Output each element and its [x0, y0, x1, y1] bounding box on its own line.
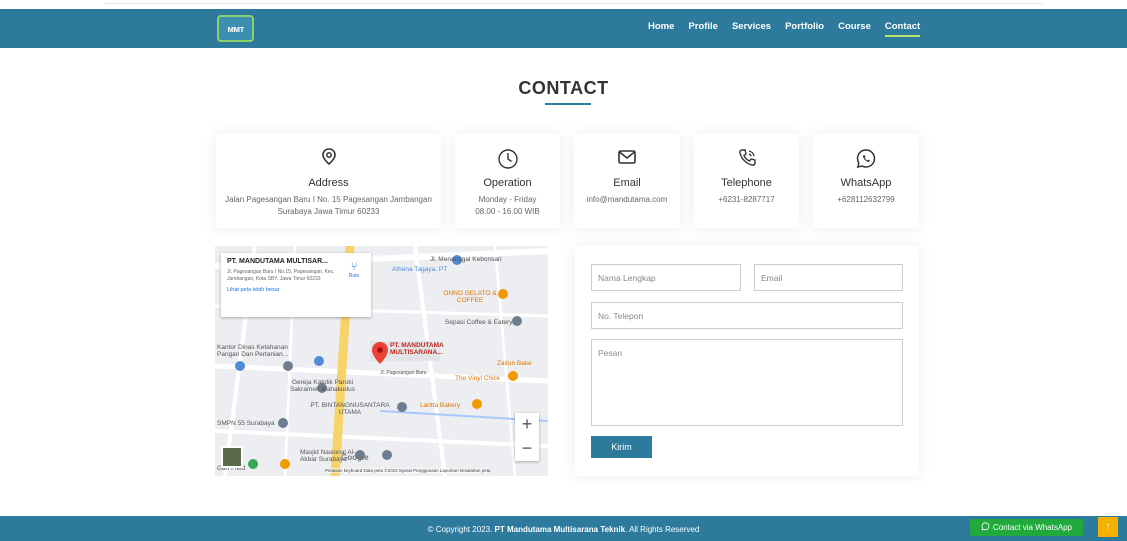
map-poi-label: SMPN 55 Surabaya [217, 420, 275, 427]
phone-icon [694, 148, 799, 172]
company-name: PT Mandutama Multisarana Teknik [494, 525, 626, 534]
telephone-number[interactable]: +6231-8287717 [694, 194, 799, 206]
directions-icon: ⑂ [350, 261, 358, 273]
top-divider [105, 3, 1043, 4]
nav-home[interactable]: Home [648, 21, 674, 32]
view-larger-map-link[interactable]: Lihat peta lebih besar [227, 287, 365, 293]
satellite-toggle[interactable] [221, 446, 243, 468]
map-poi-label: Kantor Dinas Ketahanan Pangan Dan Pertan… [217, 344, 289, 358]
nav-profile[interactable]: Profile [688, 21, 718, 32]
message-textarea[interactable] [591, 339, 903, 426]
nav-portfolio[interactable]: Portfolio [785, 21, 824, 32]
phone-input[interactable] [591, 302, 903, 329]
nav-course[interactable]: Course [838, 21, 871, 32]
nav-services[interactable]: Services [732, 21, 771, 32]
address-card: Address Jalan Pagesangan Baru I No. 15 P… [216, 134, 441, 228]
navbar: ᴍᴍᴛ Home Profile Services Portfolio Cour… [0, 9, 1127, 48]
logo[interactable]: ᴍᴍᴛ [217, 15, 254, 42]
whatsapp-icon [981, 522, 990, 533]
google-logo: Google [341, 453, 369, 462]
email-card: Email info@mandutama.com [574, 134, 680, 228]
title-underline [545, 103, 591, 105]
map-poi-label: Athena Tagaya. PT [392, 266, 448, 273]
map-poi-label: Gereja Katolik Paroki Sakramen Mahakudus [289, 379, 356, 393]
footer: © Copyright 2023. PT Mandutama Multisara… [0, 516, 1127, 541]
map-poi-label: PT. BINTANGNUSANTARA UTAMA [310, 402, 390, 416]
envelope-icon [574, 148, 680, 172]
contact-whatsapp-button[interactable]: Contact via WhatsApp [970, 519, 1083, 536]
map-poi-label: The Vinyl Chick [455, 375, 501, 382]
scroll-top-button[interactable]: ↑ [1098, 517, 1118, 537]
zoom-controls: + − [515, 413, 539, 461]
contact-form: Kirim [575, 246, 919, 476]
whatsapp-title: WhatsApp [840, 177, 892, 189]
map-road-label: Jl. Pagesangan Baru [380, 370, 427, 376]
whatsapp-card: WhatsApp +628112632799 [813, 134, 919, 228]
map-road-label: Jl. Menanggal Kebonsari [430, 256, 502, 263]
arrow-up-icon: ↑ [1105, 521, 1111, 532]
nav-contact[interactable]: Contact [884, 21, 921, 37]
operation-card: Operation Monday - Friday 08.00 - 16.00 … [455, 134, 560, 228]
nav-menu: Home Profile Services Portfolio Course C… [648, 21, 934, 37]
map-info-card: PT. MANDUTAMA MULTISAR... Jl. Pagesangan… [221, 253, 371, 317]
telephone-title: Telephone [721, 177, 772, 189]
email-title: Email [613, 177, 641, 189]
telephone-card: Telephone +6231-8287717 [694, 134, 799, 228]
name-input[interactable] [591, 264, 741, 291]
map-poi-label: Sepasi Coffee & Eatery [445, 319, 513, 326]
operation-hours: Monday - Friday 08.00 - 16.00 WIB [475, 195, 540, 216]
zoom-in-button[interactable]: + [515, 413, 539, 437]
submit-button[interactable]: Kirim [591, 436, 652, 458]
embedded-map[interactable]: Jl. Menanggal Kebonsari Athena Tagaya. P… [215, 246, 548, 476]
zoom-out-button[interactable]: − [515, 437, 539, 461]
page-title: CONTACT [518, 78, 609, 98]
map-poi-label: Zaitun Bake [497, 360, 532, 367]
copyright-text: © Copyright 2023. PT Mandutama Multisara… [427, 525, 700, 534]
map-poi-label: Laritta Bakery [420, 402, 461, 409]
map-attribution[interactable]: Pintasan keyboard Data peta ©2023 Syarat… [325, 468, 491, 473]
address-title: Address [308, 177, 349, 189]
address-text: Jalan Pagesangan Baru I No. 15 Pagesanga… [225, 195, 432, 216]
whatsapp-icon [813, 148, 919, 172]
operation-title: Operation [483, 177, 532, 189]
map-place-address: Jl. Pagesangan Baru I No.15, Pagesangan,… [227, 269, 335, 282]
email-text[interactable]: info@mandutama.com [574, 194, 680, 206]
map-poi-label: ONNO GELATO & COFFEE [443, 290, 497, 304]
clock-icon [455, 148, 560, 172]
map-pin-label: PT. MANDUTAMA MULTISARANA... [390, 342, 444, 356]
email-input[interactable] [754, 264, 903, 291]
map-pin-icon [216, 148, 441, 172]
route-button[interactable]: ⑂ Rute [345, 261, 363, 279]
whatsapp-number[interactable]: +628112632799 [813, 194, 919, 206]
